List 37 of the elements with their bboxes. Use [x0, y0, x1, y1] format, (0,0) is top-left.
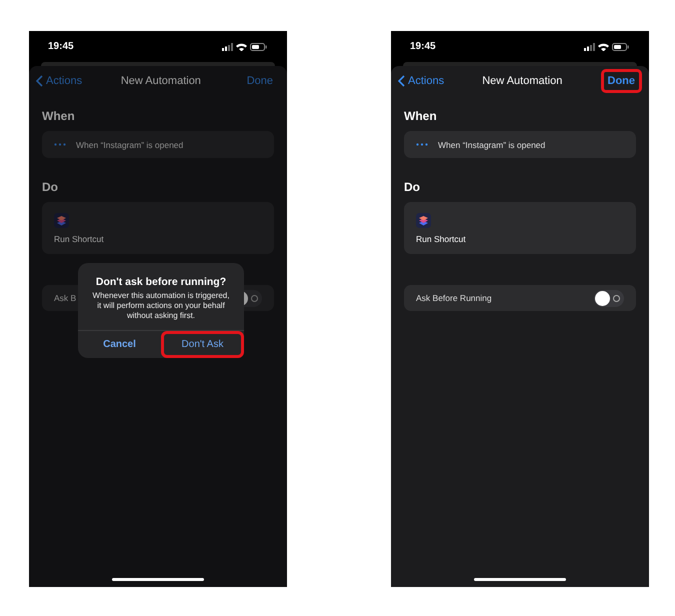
shortcuts-icon [54, 212, 69, 228]
action-card[interactable]: Run Shortcut [404, 202, 636, 254]
trigger-text: When “Instagram” is opened [438, 140, 546, 150]
done-button[interactable]: Done [600, 69, 642, 93]
more-icon [54, 143, 66, 146]
trigger-text: When “Instagram” is opened [76, 140, 184, 150]
battery-icon [612, 42, 629, 50]
section-heading: When [404, 108, 438, 124]
screen-title: New Automation [120, 75, 201, 87]
action-card[interactable]: Run Shortcut [42, 202, 274, 254]
screen-title: New Automation [482, 75, 562, 87]
back-button[interactable]: Actions [398, 75, 444, 87]
status-time: 19:45 [48, 41, 74, 52]
section-heading: Do [404, 179, 421, 195]
trigger-card[interactable]: When “Instagram” is opened [42, 131, 274, 158]
section-heading: Do [42, 179, 59, 195]
toggle-switch[interactable] [594, 290, 624, 306]
action-label: Run Shortcut [416, 234, 466, 244]
action-label: Run Shortcut [54, 234, 104, 244]
alert-message: Whenever this automation is triggered, it will perform actions on your behalf without asking first. [92, 291, 230, 321]
setting-label: Ask B [54, 293, 76, 303]
trigger-card[interactable]: When “Instagram” is opened [404, 131, 636, 158]
setting-label: Ask Before Running [416, 293, 492, 303]
signal-icon [584, 42, 595, 50]
shortcuts-icon [416, 212, 431, 228]
battery-icon [250, 42, 267, 50]
confirm-button[interactable]: Don't Ask [161, 331, 244, 358]
section-heading: When [42, 108, 76, 124]
status-time: 19:45 [410, 41, 436, 52]
wifi-icon [236, 42, 247, 50]
cancel-button[interactable]: Cancel [78, 331, 161, 358]
alert-title: Don't ask before running? [94, 276, 228, 288]
chevron-left-icon [398, 75, 405, 87]
more-icon [416, 143, 428, 146]
signal-icon [222, 42, 233, 50]
wifi-icon [598, 42, 609, 50]
chevron-left-icon [36, 75, 43, 87]
